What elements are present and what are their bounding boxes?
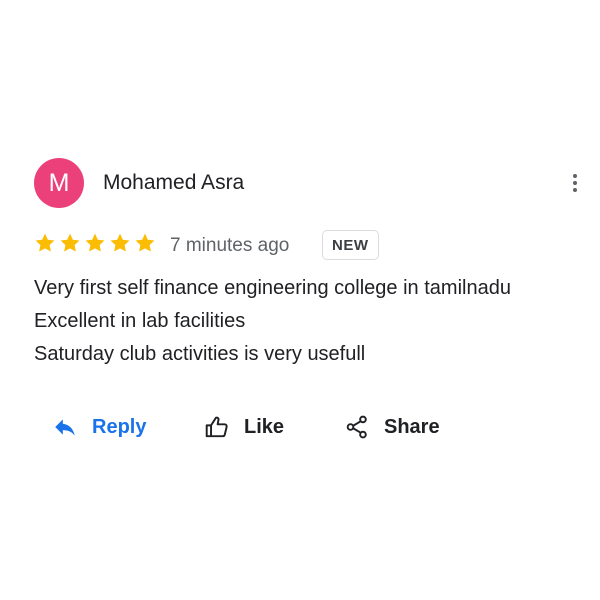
review-text: Very first self finance engineering coll… — [34, 272, 594, 371]
star-icon — [85, 233, 105, 252]
review-time: 7 minutes ago — [170, 235, 290, 256]
reply-icon — [55, 419, 75, 436]
review-meta: 7 minutes ago NEW — [34, 230, 434, 264]
star-icon — [60, 233, 80, 252]
review-actions: Reply Like Share — [52, 410, 552, 444]
review-text-line: Saturday club activities is very usefull — [34, 343, 366, 365]
star-icon — [35, 233, 55, 252]
review-text-line: Very first self finance engineering coll… — [34, 277, 511, 299]
star-icon — [110, 233, 130, 252]
reply-button[interactable]: Reply — [52, 410, 146, 444]
author-name[interactable]: Mohamed Asra — [103, 169, 244, 197]
review-text-line: Excellent in lab facilities — [34, 310, 246, 332]
thumbs-up-icon — [205, 416, 228, 438]
star-icon — [135, 233, 155, 252]
share-button[interactable]: Share — [344, 410, 440, 444]
review-card: M Mohamed Asra 7 minutes ago NEW Very fi… — [0, 112, 600, 484]
reply-label: Reply — [92, 416, 147, 438]
like-label: Like — [244, 416, 285, 438]
review-header: M Mohamed Asra — [34, 158, 594, 208]
star-rating — [34, 232, 158, 256]
share-label: Share — [384, 416, 440, 438]
more-options-button[interactable] — [568, 172, 582, 194]
share-icon — [346, 415, 367, 439]
more-vert-icon — [573, 174, 577, 192]
avatar[interactable]: M — [34, 158, 84, 208]
like-button[interactable]: Like — [204, 410, 284, 444]
new-badge: NEW — [322, 230, 379, 260]
